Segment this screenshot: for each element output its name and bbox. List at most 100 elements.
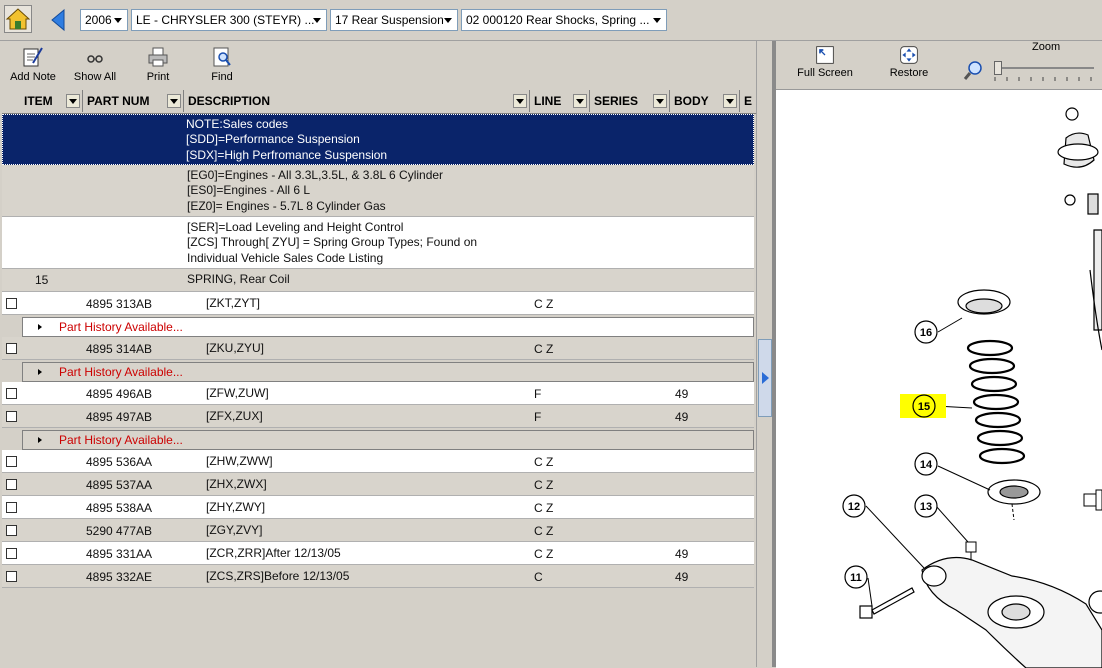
- zoom-label: Zoom: [1032, 41, 1061, 53]
- find-button[interactable]: Find: [204, 45, 240, 83]
- parts-diagram[interactable]: 16 15 14 13 12 11: [776, 89, 1102, 668]
- part-description: [ZCR,ZRR]After 12/13/05: [206, 546, 341, 560]
- table-row[interactable]: 4895 497AB [ZFX,ZUX] F 49: [2, 405, 754, 428]
- home-button[interactable]: [4, 5, 32, 33]
- callout-label: 13: [920, 501, 932, 513]
- column-part-num[interactable]: PART NUM: [83, 90, 184, 112]
- table-row[interactable]: 4895 538AA [ZHY,ZWY] C Z: [2, 496, 754, 519]
- chevron-down-icon: [441, 13, 455, 27]
- column-body[interactable]: BODY: [670, 90, 740, 112]
- magnifier-icon: [963, 61, 982, 80]
- note-text: [SDX]=High Perfromance Suspension: [186, 148, 388, 162]
- table-row[interactable]: 4895 314AB [ZKU,ZYU] C Z: [2, 337, 754, 360]
- note-text: [SDD]=Performance Suspension: [186, 132, 360, 146]
- part-line: C Z: [534, 524, 554, 538]
- row-checkbox[interactable]: [6, 456, 17, 467]
- part-description: [ZKT,ZYT]: [206, 296, 260, 310]
- year-select[interactable]: 2006: [80, 9, 128, 31]
- row-checkbox[interactable]: [6, 525, 17, 536]
- column-filter-icon[interactable]: [653, 94, 667, 108]
- row-checkbox[interactable]: [6, 298, 17, 309]
- column-series[interactable]: SERIES: [590, 90, 670, 112]
- table-row[interactable]: 4895 332AE [ZCS,ZRS]Before 12/13/05 C 49: [2, 565, 754, 588]
- part-number: 4895 537AA: [86, 478, 153, 492]
- table-row[interactable]: 5290 477AB [ZGY,ZVY] C Z: [2, 519, 754, 542]
- column-filter-icon[interactable]: [573, 94, 587, 108]
- figure-select[interactable]: 02 000120 Rear Shocks, Spring ...: [461, 9, 667, 31]
- model-select-value: LE - CHRYSLER 300 (STEYR) ...: [136, 13, 315, 27]
- part-history-link[interactable]: Part History Available...: [59, 433, 183, 447]
- note-text: NOTE:Sales codes: [186, 117, 289, 131]
- table-row[interactable]: 4895 496AB [ZFW,ZUW] F 49: [2, 382, 754, 405]
- column-part-num-label: PART NUM: [87, 94, 150, 108]
- parts-grid: ITEM PART NUM DESCRIPTION LINE SERIES BO…: [2, 90, 756, 667]
- table-row[interactable]: 4895 536AA [ZHW,ZWW] C Z: [2, 450, 754, 473]
- column-description-label: DESCRIPTION: [188, 94, 271, 108]
- column-extra[interactable]: E: [740, 90, 756, 112]
- group-row[interactable]: 15 SPRING, Rear Coil: [2, 269, 754, 292]
- model-select[interactable]: LE - CHRYSLER 300 (STEYR) ...: [131, 9, 327, 31]
- part-line: C Z: [534, 478, 554, 492]
- row-checkbox[interactable]: [6, 548, 17, 559]
- restore-button[interactable]: Restore: [886, 45, 932, 79]
- callout-label: 16: [920, 327, 932, 339]
- zoom-ticks: [994, 77, 1092, 81]
- table-row[interactable]: 4895 537AA [ZHX,ZWX] C Z: [2, 473, 754, 496]
- back-button[interactable]: [46, 8, 70, 32]
- part-history-row[interactable]: Part History Available...: [22, 317, 754, 337]
- note-row-selected[interactable]: NOTE:Sales codes [SDD]=Performance Suspe…: [2, 114, 754, 165]
- row-checkbox[interactable]: [6, 571, 17, 582]
- note-row[interactable]: [EG0]=Engines - All 3.3L,3.5L, & 3.8L 6 …: [2, 165, 754, 217]
- column-line[interactable]: LINE: [530, 90, 590, 112]
- parts-toolbar: Add Note Show All Print Find: [0, 41, 772, 89]
- part-history-row[interactable]: Part History Available...: [22, 362, 754, 382]
- note-row[interactable]: [SER]=Load Leveling and Height Control […: [2, 217, 754, 269]
- column-filter-icon[interactable]: [167, 94, 181, 108]
- expand-arrow-icon[interactable]: [38, 437, 42, 443]
- part-line: C: [534, 570, 543, 584]
- print-button[interactable]: Print: [140, 45, 176, 83]
- zoom-slider-thumb[interactable]: [994, 61, 1002, 75]
- row-checkbox[interactable]: [6, 411, 17, 422]
- part-line: F: [534, 387, 542, 401]
- part-history-link[interactable]: Part History Available...: [59, 365, 183, 379]
- row-checkbox[interactable]: [6, 479, 17, 490]
- table-row[interactable]: 4895 313AB [ZKT,ZYT] C Z: [2, 292, 754, 315]
- expand-arrow-icon[interactable]: [38, 324, 42, 330]
- part-number: 4895 497AB: [86, 410, 153, 424]
- part-number: 4895 332AE: [86, 570, 153, 584]
- part-history-link[interactable]: Part History Available...: [59, 320, 183, 334]
- find-label: Find: [211, 71, 233, 83]
- column-line-label: LINE: [534, 94, 562, 108]
- show-all-label: Show All: [73, 71, 117, 83]
- column-item[interactable]: ITEM: [20, 90, 83, 112]
- column-filter-icon[interactable]: [513, 94, 527, 108]
- row-checkbox[interactable]: [6, 502, 17, 513]
- part-description: [ZCS,ZRS]Before 12/13/05: [206, 569, 350, 583]
- part-description: [ZFW,ZUW]: [206, 386, 269, 400]
- table-row[interactable]: 4895 331AA [ZCR,ZRR]After 12/13/05 C Z 4…: [2, 542, 754, 565]
- part-line: C Z: [534, 342, 554, 356]
- restore-icon: [900, 46, 918, 64]
- callout-partial[interactable]: [1088, 590, 1102, 614]
- expand-arrow-icon[interactable]: [38, 369, 42, 375]
- part-number: 4895 536AA: [86, 455, 153, 469]
- part-history-row[interactable]: Part History Available...: [22, 430, 754, 450]
- row-checkbox[interactable]: [6, 388, 17, 399]
- zoom-slider[interactable]: [990, 57, 1098, 85]
- column-filter-icon[interactable]: [723, 94, 737, 108]
- item-number: 15: [35, 273, 49, 287]
- callout-label: 15: [918, 401, 930, 413]
- collapse-panel-button[interactable]: [758, 339, 772, 417]
- part-body: 49: [675, 570, 689, 584]
- show-all-button[interactable]: Show All: [72, 45, 118, 83]
- column-description[interactable]: DESCRIPTION: [184, 90, 530, 112]
- part-number: 4895 313AB: [86, 297, 153, 311]
- full-screen-button[interactable]: Full Screen: [796, 45, 854, 79]
- row-checkbox[interactable]: [6, 343, 17, 354]
- year-select-value: 2006: [85, 13, 112, 27]
- column-filter-icon[interactable]: [66, 94, 80, 108]
- add-note-button[interactable]: Add Note: [10, 45, 56, 83]
- add-note-label: Add Note: [10, 71, 56, 83]
- group-select[interactable]: 17 Rear Suspension: [330, 9, 458, 31]
